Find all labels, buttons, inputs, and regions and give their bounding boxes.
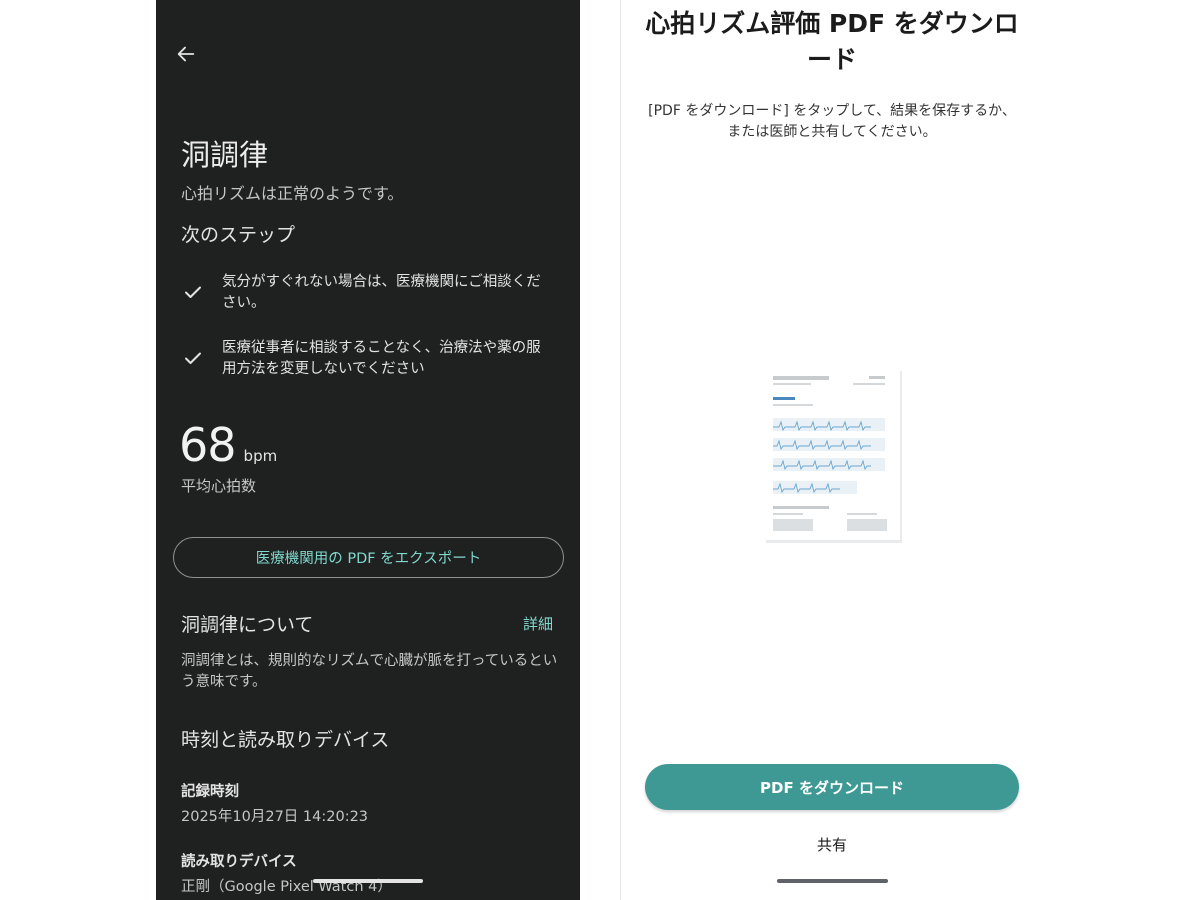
next-step-item: 気分がすぐれない場合は、医療機関にご相談くだ さい。 xyxy=(181,272,551,314)
record-time-value: 2025年10月27日 14:20:23 xyxy=(181,809,369,825)
download-pdf-screen: 心拍リズム評価 PDF をダウンロ ード [PDF をダウンロード] をタップし… xyxy=(620,0,1042,900)
page-description: [PDF をダウンロード] をタップして、結果を保存するか、 または医師と共有し… xyxy=(631,101,1033,143)
gesture-home-bar[interactable] xyxy=(313,879,423,883)
back-button[interactable] xyxy=(172,40,200,68)
check-icon xyxy=(185,352,201,364)
bpm-value: 68 xyxy=(179,418,237,472)
next-step-text-line: 医療従事者に相談することなく、治療法や薬の服 xyxy=(222,340,541,356)
page-title-line: 心拍リズム評価 PDF をダウンロ xyxy=(645,9,1019,38)
time-device-title: 時刻と読み取りデバイス xyxy=(181,729,390,751)
export-pdf-button[interactable]: 医療機関用の PDF をエクスポート xyxy=(173,537,564,578)
average-bpm: 68 bpm xyxy=(179,418,277,472)
page-description-line: [PDF をダウンロード] をタップして、結果を保存するか、 xyxy=(648,103,1016,119)
next-step-text-line: さい。 xyxy=(222,295,266,311)
back-arrow-icon xyxy=(177,46,195,62)
rhythm-result-screen: 洞調律 心拍リズムは正常のようです。 次のステップ 気分がすぐれない場合は、医療… xyxy=(156,0,580,900)
result-title: 洞調律 xyxy=(181,138,269,172)
share-button[interactable]: 共有 xyxy=(781,832,883,856)
page-title-line: ード xyxy=(806,45,857,74)
device-label: 読み取りデバイス xyxy=(181,854,297,870)
check-icon xyxy=(185,286,201,298)
download-pdf-button[interactable]: PDF をダウンロード xyxy=(645,764,1019,810)
next-step-text: 気分がすぐれない場合は、医療機関にご相談くだ さい。 xyxy=(222,272,541,314)
result-subtitle: 心拍リズムは正常のようです。 xyxy=(181,184,404,203)
about-body-line: 洞調律とは、規則的なリズムで心臓が脈を打っているとい xyxy=(181,653,558,669)
pdf-document-illustration xyxy=(764,368,902,543)
page-description-line: または医師と共有してください。 xyxy=(727,124,937,140)
next-step-text: 医療従事者に相談することなく、治療法や薬の服 用方法を変更しないでください xyxy=(222,338,541,380)
page-title: 心拍リズム評価 PDF をダウンロ ード xyxy=(631,6,1033,78)
bpm-unit: bpm xyxy=(243,447,278,465)
record-time-label: 記録時刻 xyxy=(181,784,239,800)
gesture-home-bar[interactable] xyxy=(777,879,888,883)
bpm-label: 平均心拍数 xyxy=(181,477,257,495)
next-step-text-line: 気分がすぐれない場合は、医療機関にご相談くだ xyxy=(222,274,541,290)
about-section-title: 洞調律について xyxy=(181,614,314,636)
about-more-link[interactable]: 詳細 xyxy=(523,613,553,634)
next-step-item: 医療従事者に相談することなく、治療法や薬の服 用方法を変更しないでください xyxy=(181,338,551,380)
about-section-body: 洞調律とは、規則的なリズムで心臓が脈を打っているとい う意味です。 xyxy=(181,651,561,693)
next-step-text-line: 用方法を変更しないでください xyxy=(222,361,425,377)
about-body-line: う意味です。 xyxy=(181,674,267,690)
next-steps-heading: 次のステップ xyxy=(181,224,296,246)
